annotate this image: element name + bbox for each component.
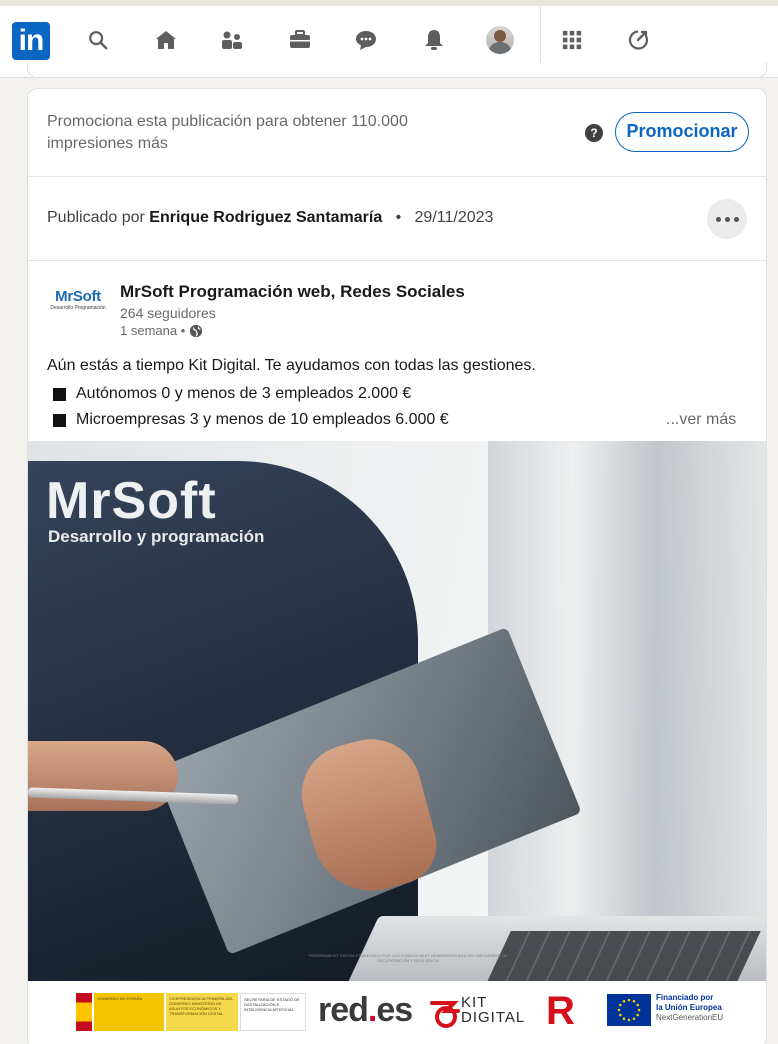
- globe-icon: [190, 324, 203, 337]
- help-icon[interactable]: ?: [585, 124, 603, 142]
- promote-button[interactable]: Promocionar: [615, 112, 749, 152]
- company-logo-subtitle: Desarrollo Programación: [50, 305, 106, 311]
- bullet-item: Autónomos 0 y menos de 3 empleados 2.000…: [53, 385, 411, 403]
- published-date: 29/11/2023: [414, 209, 494, 226]
- post-card: Promociona esta publicación para obtener…: [27, 88, 767, 1044]
- notifications-icon[interactable]: [414, 20, 454, 60]
- my-network-icon[interactable]: [212, 20, 252, 60]
- dot-icon: [724, 216, 730, 222]
- spain-flag-icon: [76, 993, 92, 1031]
- spain-government-logo: GOBIERNO DE ESPAÑA VICEPRESIDENCIA PRIME…: [76, 993, 308, 1031]
- image-brand-title: MrSoft: [46, 472, 217, 530]
- company-logo-name: MrSoft: [55, 288, 101, 305]
- post-image[interactable]: MrSoft Desarrollo y programación PROGRAM…: [28, 441, 766, 1044]
- apps-grid-icon[interactable]: [552, 20, 592, 60]
- bullet-text: Microempresas 3 y menos de 10 empleados …: [76, 411, 449, 428]
- home-icon[interactable]: [146, 20, 186, 60]
- red-es-suffix: es: [376, 991, 413, 1029]
- gov-block-2: VICEPRESIDENCIA PRIMERA DEL GOBIERNO MIN…: [166, 993, 238, 1031]
- kit-line-2: DIGITAL: [461, 1009, 526, 1026]
- dot-icon: [733, 216, 739, 222]
- promote-text: Promociona esta publicación para obtener…: [47, 113, 408, 152]
- messaging-icon[interactable]: [346, 20, 386, 60]
- follower-count: 264 seguidores: [120, 305, 216, 321]
- advertise-icon[interactable]: [618, 20, 658, 60]
- previous-card-edge: [27, 62, 767, 78]
- kit-line-1: KIT: [461, 994, 488, 1011]
- eu-line-2: la Unión Europea: [656, 1003, 722, 1012]
- author-name[interactable]: Enrique Rodriguez Santamaría: [149, 209, 382, 226]
- eu-line-1: Financiado por: [656, 993, 714, 1002]
- published-by-section: Publicado por Enrique Rodriguez Santamar…: [28, 177, 766, 261]
- bullet-item: Microempresas 3 y menos de 10 empleados …: [53, 411, 449, 429]
- post-text: Aún estás a tiempo Kit Digital. Te ayuda…: [47, 357, 536, 374]
- see-more-link[interactable]: ...ver más: [666, 411, 736, 429]
- published-prefix: Publicado por: [47, 209, 145, 226]
- red-es-logo: red.es: [318, 991, 413, 1030]
- bullet-square-icon: [53, 387, 66, 401]
- eu-flag-icon: [607, 994, 651, 1026]
- linkedin-logo[interactable]: in: [12, 22, 50, 60]
- kit-digital-logo-icon: [430, 1001, 460, 1028]
- funding-logos-strip: GOBIERNO DE ESPAÑA VICEPRESIDENCIA PRIME…: [28, 981, 766, 1044]
- kit-digital-text: KIT DIGITAL: [461, 995, 525, 1025]
- recovery-plan-logo: R: [546, 989, 575, 1033]
- separator: •: [395, 209, 402, 226]
- profile-avatar[interactable]: [480, 20, 520, 60]
- jobs-icon[interactable]: [280, 20, 320, 60]
- bullet-text: Autónomos 0 y menos de 3 empleados 2.000…: [76, 385, 412, 402]
- bullet-square-icon: [53, 413, 66, 427]
- image-laptop-keyboard: [485, 931, 761, 986]
- gov-block-1: GOBIERNO DE ESPAÑA: [94, 993, 164, 1031]
- image-fine-print: PROGRAMA KIT DIGITAL FINANCIADO POR LOS …: [308, 953, 508, 963]
- avatar: [486, 26, 514, 54]
- company-logo[interactable]: MrSoft Desarrollo Programación: [46, 289, 110, 319]
- published-by-line: Publicado por Enrique Rodriguez Santamar…: [47, 209, 493, 227]
- search-icon[interactable]: [78, 20, 118, 60]
- eu-line-3: NextGenerationEU: [656, 1013, 724, 1022]
- image-brand-subtitle: Desarrollo y programación: [48, 527, 265, 546]
- promote-section: Promociona esta publicación para obtener…: [28, 89, 766, 177]
- eu-funding-text: Financiado por la Unión Europea NextGene…: [656, 993, 723, 1023]
- gov-block-3: SECRETARÍA DE ESTADO DE DIGITALIZACIÓN E…: [240, 993, 306, 1031]
- browser-edge: [0, 0, 778, 6]
- post-time: 1 semana •: [120, 323, 203, 338]
- post-age: 1 semana •: [120, 323, 186, 338]
- dot-icon: [715, 216, 721, 222]
- red-es-text: red: [318, 991, 369, 1029]
- more-options-button[interactable]: [707, 199, 747, 239]
- company-name[interactable]: MrSoft Programación web, Redes Sociales: [120, 282, 465, 302]
